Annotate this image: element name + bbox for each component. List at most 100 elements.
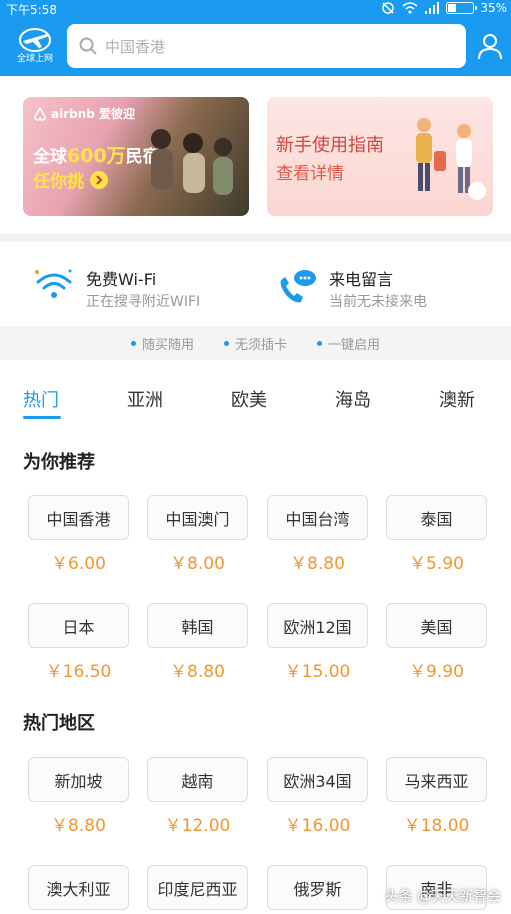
airbnb-brand-text: airbnb 爱彼迎	[51, 107, 136, 121]
destination-button[interactable]: 韩国	[147, 603, 248, 648]
airbnb-logo-icon	[34, 106, 46, 121]
battery-icon	[446, 2, 478, 14]
destination-price: ￥16.50	[45, 662, 112, 682]
destination-card[interactable]: 中国台湾 ￥8.80	[267, 495, 368, 574]
tip-item: 无须插卡	[223, 334, 287, 353]
destination-card[interactable]: 马来西亚 ￥18.00	[386, 757, 487, 836]
headline-prefix: 全球	[33, 147, 67, 167]
destination-card[interactable]: 越南 ￥12.00	[147, 757, 248, 836]
destination-price: ￥12.00	[164, 816, 231, 836]
region-tabs: 热门 亚洲 欧美 海岛 澳新	[0, 378, 511, 420]
headline-highlight: 600万	[67, 145, 126, 167]
destination-price: ￥8.00	[170, 554, 225, 574]
status-bar: 下午5:58 35%	[0, 0, 511, 18]
destination-price: ￥8.80	[170, 662, 225, 682]
search-box[interactable]: 中国香港	[67, 24, 466, 68]
section-title-popular: 热门地区	[23, 713, 95, 734]
search-icon	[79, 37, 97, 55]
destination-card[interactable]: 欧洲34国 ￥16.00	[267, 757, 368, 836]
tab-australia-nz[interactable]: 澳新	[439, 386, 475, 412]
wifi-title: 免费Wi-Fi	[86, 270, 157, 289]
destination-button[interactable]: 中国台湾	[267, 495, 368, 540]
destination-card[interactable]: 欧洲12国 ￥15.00	[267, 603, 368, 682]
guide-banner[interactable]: 新手使用指南 查看详情	[267, 97, 493, 216]
destination-card[interactable]: 韩国 ￥8.80	[147, 603, 248, 682]
destination-button[interactable]: 欧洲12国	[267, 603, 368, 648]
active-tab-indicator	[23, 416, 61, 419]
destination-button[interactable]: 新加坡	[28, 757, 129, 802]
destination-card[interactable]: 澳大利亚	[28, 865, 129, 914]
destination-button[interactable]: 澳大利亚	[28, 865, 129, 910]
divider	[0, 234, 511, 242]
status-time: 下午5:58	[6, 3, 57, 17]
voicemail-feature[interactable]: 来电留言 当前无未接来电	[275, 260, 495, 310]
airbnb-cta-text: 任你挑	[33, 172, 84, 192]
phone-message-icon	[280, 270, 316, 303]
airplane-globe-icon	[19, 28, 51, 52]
tip-item: 随买随用	[130, 334, 194, 353]
destination-price: ￥15.00	[284, 662, 351, 682]
user-profile-icon[interactable]	[477, 32, 503, 60]
bullet-dot-icon	[223, 340, 229, 346]
tip-text: 随买随用	[141, 337, 194, 353]
airbnb-brand: airbnb 爱彼迎	[33, 105, 135, 122]
destination-price: ￥6.00	[51, 554, 106, 574]
destination-card[interactable]: 中国香港 ￥6.00	[28, 495, 129, 574]
destination-button[interactable]: 美国	[386, 603, 487, 648]
destination-card[interactable]: 俄罗斯	[267, 865, 368, 914]
destination-button[interactable]: 泰国	[386, 495, 487, 540]
destination-card[interactable]: 印度尼西亚	[147, 865, 248, 914]
bullet-dot-icon	[130, 340, 136, 346]
tab-islands[interactable]: 海岛	[335, 386, 371, 412]
status-icons: 35%	[380, 1, 507, 15]
bullet-dot-icon	[317, 340, 322, 346]
destination-button[interactable]: 中国澳门	[147, 495, 248, 540]
guide-link: 查看详情	[276, 164, 344, 184]
free-wifi-feature[interactable]: 免费Wi-Fi 正在搜寻附近WIFI	[32, 260, 252, 310]
signal-icon	[425, 2, 440, 14]
tab-europe-america[interactable]: 欧美	[231, 386, 267, 412]
destination-price: ￥16.00	[284, 816, 351, 836]
destination-price: ￥18.00	[403, 816, 470, 836]
tab-asia[interactable]: 亚洲	[127, 386, 163, 412]
destination-card[interactable]: 中国澳门 ￥8.00	[147, 495, 248, 574]
app-header: 全球上网 中国香港	[0, 18, 511, 76]
chevron-right-icon	[90, 170, 108, 189]
airbnb-cta: 任你挑	[33, 167, 108, 192]
feature-row: 免费Wi-Fi 正在搜寻附近WIFI 来电留言 当前无未接来电	[0, 242, 511, 326]
section-title-recommended: 为你推荐	[23, 452, 95, 473]
no-disturb-icon	[382, 2, 395, 14]
tip-text: 无须插卡	[234, 337, 287, 353]
banner-area: airbnb 爱彼迎 全球600万民宿 任你挑 新手使用指南 查看详情	[0, 76, 511, 234]
voicemail-status: 当前无未接来电	[329, 294, 427, 310]
destination-card[interactable]: 泰国 ￥5.90	[386, 495, 487, 574]
destination-button[interactable]: 欧洲34国	[267, 757, 368, 802]
destination-button[interactable]: 中国香港	[28, 495, 129, 540]
destination-card[interactable]: 日本 ￥16.50	[28, 603, 129, 682]
friends-photo-illustration	[151, 129, 233, 195]
app-logo: 全球上网	[12, 24, 58, 70]
wifi-icon	[35, 269, 72, 298]
destination-button[interactable]: 马来西亚	[386, 757, 487, 802]
guide-title: 新手使用指南	[276, 135, 384, 156]
watermark: 头条 @天天新智会	[384, 889, 501, 905]
tab-hot[interactable]: 热门	[23, 386, 59, 412]
destination-button[interactable]: 日本	[28, 603, 129, 648]
tip-item: 一键启用	[317, 334, 380, 353]
tip-text: 一键启用	[328, 337, 381, 353]
destination-button[interactable]: 印度尼西亚	[147, 865, 248, 910]
destination-card[interactable]: 新加坡 ￥8.80	[28, 757, 129, 836]
destination-price: ￥9.90	[409, 662, 464, 682]
logo-caption: 全球上网	[16, 54, 53, 64]
destination-button[interactable]: 越南	[147, 757, 248, 802]
destination-button[interactable]: 俄罗斯	[267, 865, 368, 910]
airbnb-banner[interactable]: airbnb 爱彼迎 全球600万民宿 任你挑	[23, 97, 249, 216]
wifi-status-icon	[402, 2, 418, 14]
destination-card[interactable]: 美国 ￥9.90	[386, 603, 487, 682]
wifi-status: 正在搜寻附近WIFI	[86, 294, 201, 310]
destination-price: ￥5.90	[409, 554, 464, 574]
voicemail-title: 来电留言	[329, 270, 394, 289]
battery-percent: 35%	[480, 1, 507, 15]
tips-bar: 随买随用 无须插卡 一键启用	[0, 326, 511, 360]
destination-price: ￥8.80	[51, 816, 106, 836]
